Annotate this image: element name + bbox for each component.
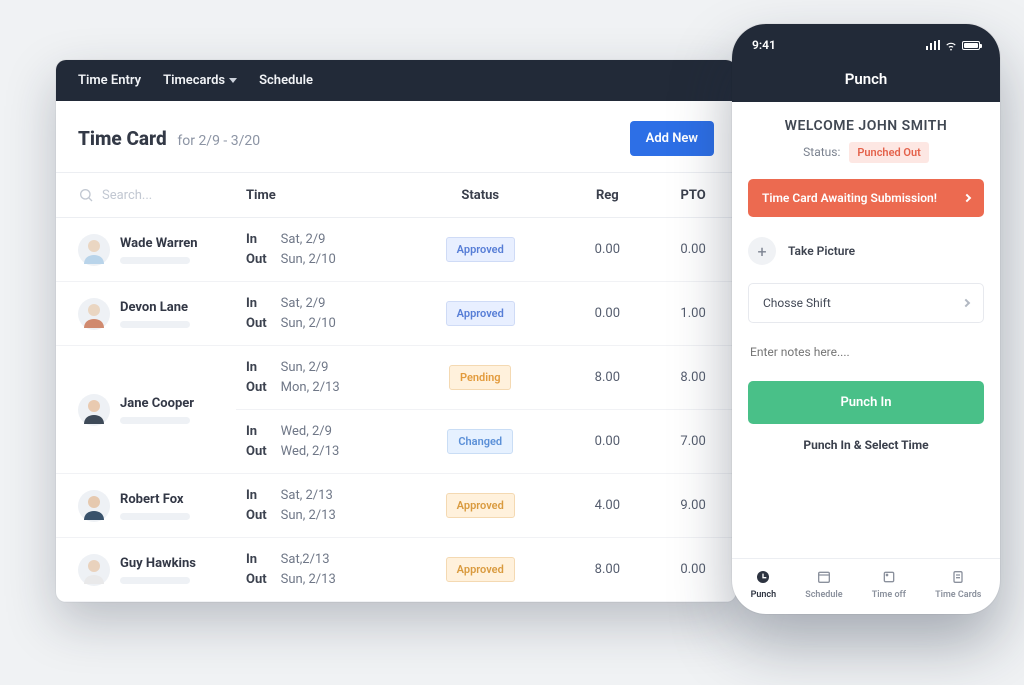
status-badge: Approved (446, 493, 515, 518)
reg-value: 8.00 (564, 346, 650, 410)
timeoff-icon (881, 569, 897, 585)
status-badge: Approved (446, 237, 515, 262)
time-cell: InOut Sat, 2/9Sun, 2/10 (246, 294, 386, 333)
table-row[interactable]: Devon Lane InOut Sat, 2/9Sun, 2/10 Appro… (56, 282, 736, 346)
timecards-icon (950, 569, 966, 585)
avatar (78, 234, 110, 266)
status-badge: Approved (446, 301, 515, 326)
reg-value: 0.00 (564, 282, 650, 346)
avatar (78, 298, 110, 330)
employee-name: Guy Hawkins (120, 556, 196, 571)
time-cell: InOut Sat, 2/13Sun, 2/13 (246, 486, 386, 525)
placeholder-bar (120, 577, 190, 584)
avatar (78, 394, 110, 426)
chevron-down-icon (229, 78, 237, 83)
status-badge: Changed (447, 429, 513, 454)
table-row[interactable]: Guy Hawkins InOut Sat,2/13Sun, 2/13 Appr… (56, 538, 736, 602)
status-badge: Pending (449, 365, 512, 390)
avatar (78, 490, 110, 522)
date-range: for 2/9 - 3/20 (177, 133, 260, 149)
placeholder-bar (120, 257, 190, 264)
time-cell: InOut Sun, 2/9Mon, 2/13 (246, 358, 386, 397)
desktop-header: Time Card for 2/9 - 3/20 Add New (56, 101, 736, 172)
employee-cell: Robert Fox (78, 490, 226, 522)
desktop-card: Time Entry Timecards Schedule Time Card … (56, 60, 736, 602)
chevron-right-icon (963, 194, 971, 202)
pto-value: 1.00 (650, 282, 736, 346)
punch-select-time-button[interactable]: Punch In & Select Time (748, 438, 984, 452)
col-reg: Reg (564, 173, 650, 218)
tab-schedule[interactable]: Schedule (805, 569, 842, 600)
punch-in-button[interactable]: Punch In (748, 381, 984, 424)
status-label: Status: (803, 145, 840, 159)
wifi-icon (944, 38, 958, 52)
phone-title: Punch (732, 70, 1000, 102)
pto-value: 0.00 (650, 538, 736, 602)
desktop-nav: Time Entry Timecards Schedule (56, 60, 736, 101)
statusbar-clock: 9:41 (752, 38, 776, 52)
status-badge: Punched Out (849, 142, 928, 163)
pto-value: 9.00 (650, 474, 736, 538)
nav-timecards[interactable]: Timecards (163, 73, 237, 88)
timecard-table: Search... Time Status Reg PTO Wade Warre… (56, 172, 736, 602)
col-status: Status (396, 173, 564, 218)
employee-name: Robert Fox (120, 492, 190, 507)
search-icon (78, 187, 94, 203)
add-new-button[interactable]: Add New (630, 121, 714, 156)
col-time: Time (236, 173, 396, 218)
employee-cell: Guy Hawkins (78, 554, 226, 586)
battery-icon (962, 41, 980, 50)
employee-cell: Wade Warren (78, 234, 226, 266)
search-input[interactable]: Search... (78, 187, 226, 203)
welcome-text: WELCOME JOHN SMITH (748, 118, 984, 134)
avatar (78, 554, 110, 586)
time-cell: InOut Sat, 2/9Sun, 2/10 (246, 230, 386, 269)
page-title: Time Card for 2/9 - 3/20 (78, 127, 260, 150)
employee-cell: Jane Cooper (78, 394, 226, 426)
reg-value: 0.00 (564, 410, 650, 474)
tab-timeoff[interactable]: Time off (872, 569, 906, 600)
tab-timecards[interactable]: Time Cards (935, 569, 981, 600)
placeholder-bar (120, 321, 190, 328)
take-picture-button[interactable]: + Take Picture (748, 237, 984, 265)
pto-value: 0.00 (650, 218, 736, 282)
col-pto: PTO (650, 173, 736, 218)
calendar-icon (816, 569, 832, 585)
phone-tabbar: Punch Schedule Time off Time Cards (732, 558, 1000, 614)
clock-icon (755, 569, 771, 585)
chevron-right-icon (962, 299, 970, 307)
status-badge: Approved (446, 557, 515, 582)
table-row[interactable]: Wade Warren InOut Sat, 2/9Sun, 2/10 Appr… (56, 218, 736, 282)
table-row[interactable]: Jane Cooper InOut Sun, 2/9Mon, 2/13 Pend… (56, 346, 736, 410)
employee-cell: Devon Lane (78, 298, 226, 330)
plus-icon: + (748, 237, 776, 265)
nav-time-entry[interactable]: Time Entry (78, 73, 141, 88)
phone-frame: 9:41 Punch WELCOME JOHN SMITH Status: Pu… (732, 24, 1000, 614)
placeholder-bar (120, 513, 190, 520)
reg-value: 4.00 (564, 474, 650, 538)
pto-value: 8.00 (650, 346, 736, 410)
notes-input[interactable] (748, 335, 984, 369)
nav-schedule[interactable]: Schedule (259, 73, 313, 88)
tab-punch[interactable]: Punch (751, 569, 777, 600)
signal-icon (926, 40, 940, 50)
pto-value: 7.00 (650, 410, 736, 474)
employee-name: Jane Cooper (120, 396, 194, 411)
employee-name: Devon Lane (120, 300, 190, 315)
reg-value: 8.00 (564, 538, 650, 602)
employee-name: Wade Warren (120, 236, 198, 251)
reg-value: 0.00 (564, 218, 650, 282)
time-cell: InOut Sat,2/13Sun, 2/13 (246, 550, 386, 589)
choose-shift-select[interactable]: Chosse Shift (748, 283, 984, 323)
placeholder-bar (120, 417, 190, 424)
status-row: Status: Punched Out (748, 142, 984, 163)
submission-alert[interactable]: Time Card Awaiting Submission! (748, 179, 984, 217)
table-row[interactable]: Robert Fox InOut Sat, 2/13Sun, 2/13 Appr… (56, 474, 736, 538)
time-cell: InOut Wed, 2/9Wed, 2/13 (246, 422, 386, 461)
